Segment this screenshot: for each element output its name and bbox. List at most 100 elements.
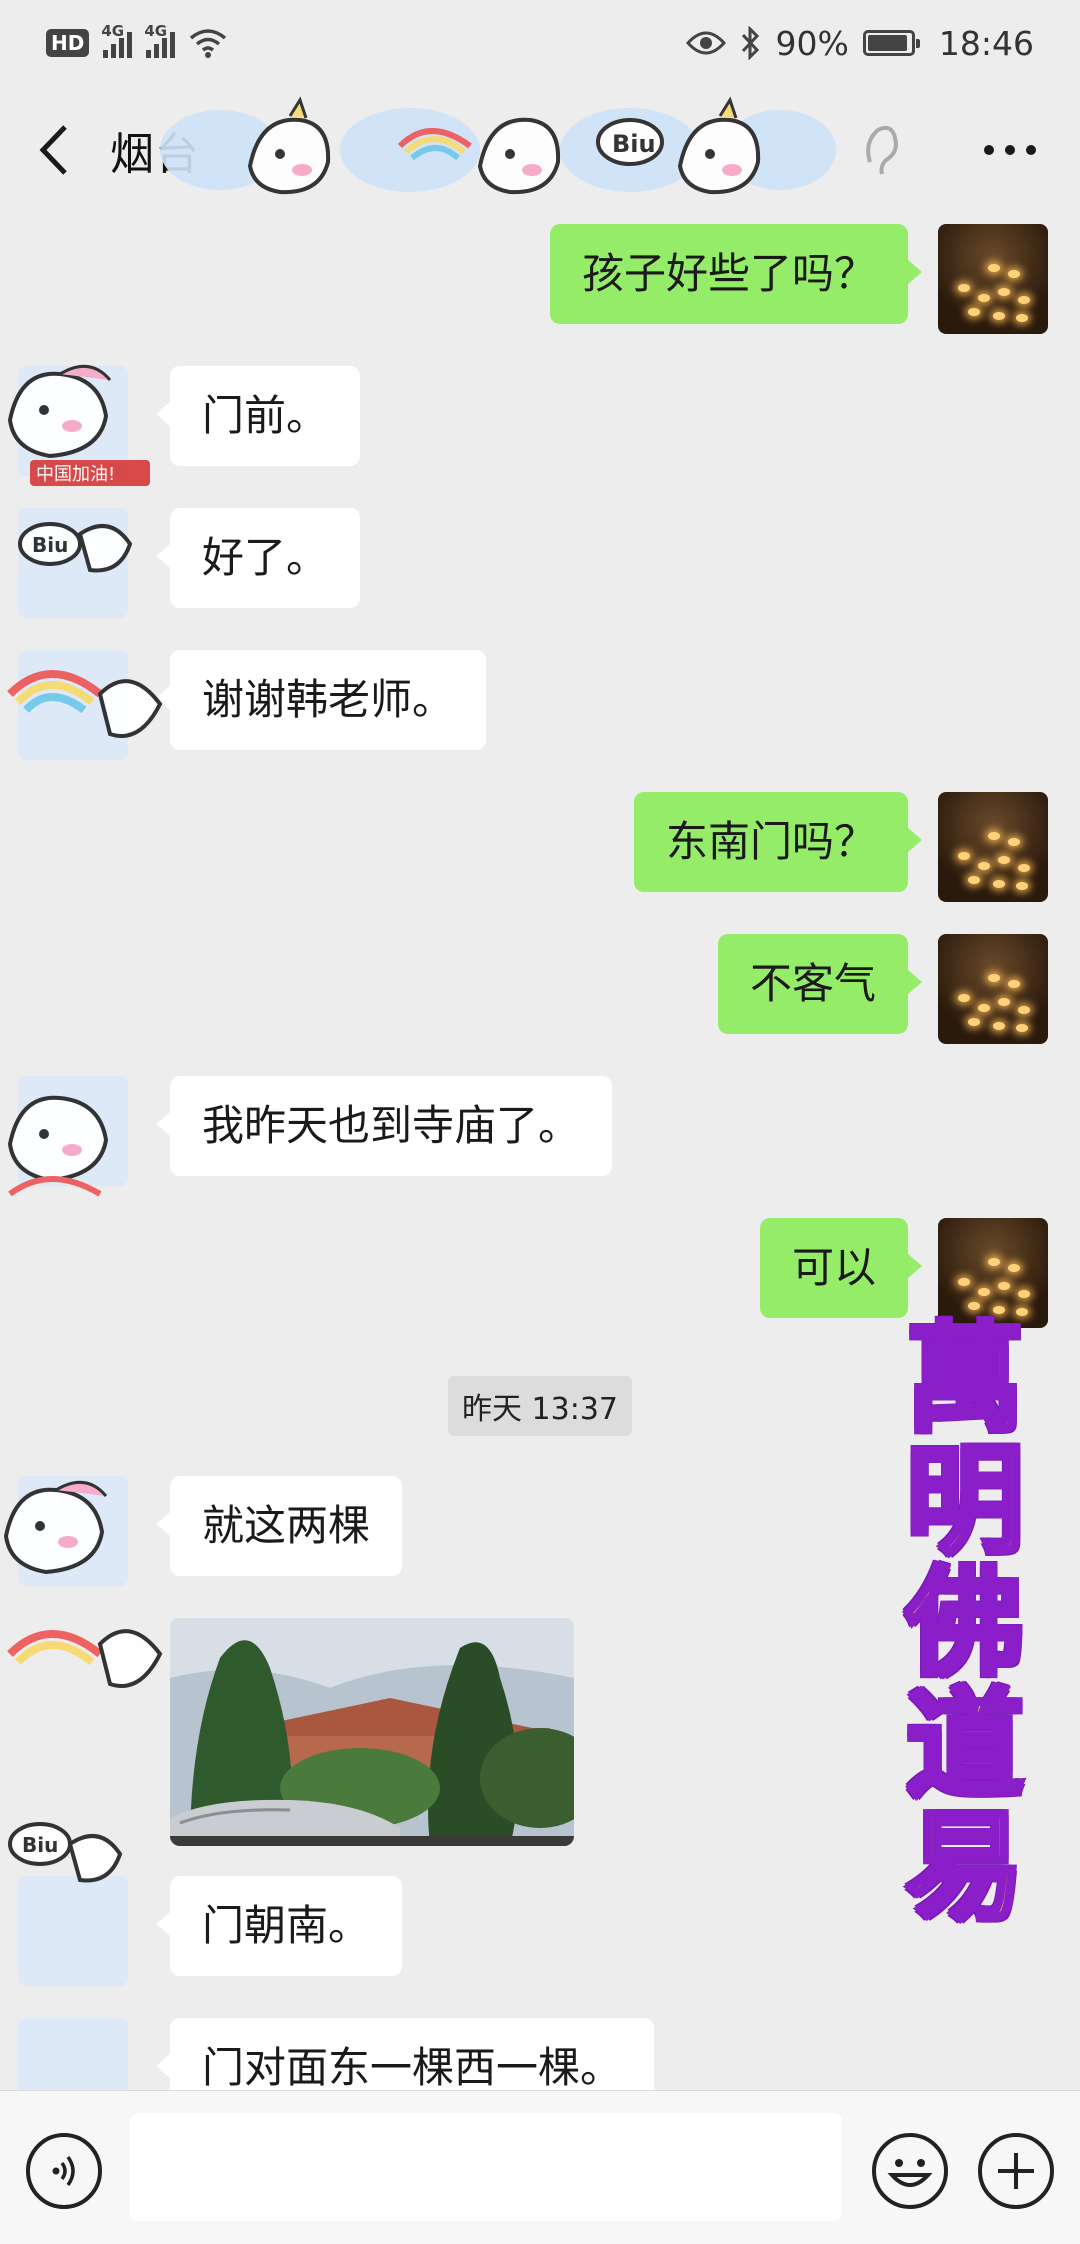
svg-text:Biu: Biu <box>612 130 656 158</box>
my-avatar[interactable] <box>938 792 1048 902</box>
chat-title: 烟台 <box>110 129 200 180</box>
voice-icon <box>52 2155 75 2187</box>
input-bar <box>0 2090 1080 2244</box>
message-list[interactable]: 孩子好些了吗？ 门前。 好了。 谢谢韩老师。 东南门吗？ 不客气 我昨天也到寺庙… <box>0 214 1080 2090</box>
more-icon <box>984 145 1036 155</box>
network-type-2: 4G <box>144 22 168 40</box>
candle-glow <box>1016 882 1028 890</box>
candle-glow <box>958 852 970 860</box>
contact-avatar[interactable] <box>18 650 128 760</box>
message-input[interactable] <box>130 2113 842 2221</box>
candle-glow <box>1018 296 1030 304</box>
back-arrow-icon <box>39 125 67 175</box>
message-outgoing: 孩子好些了吗？ <box>549 224 1048 334</box>
status-right: 90% 18:46 <box>685 23 1034 63</box>
candle-glow <box>1016 314 1028 322</box>
overlay-char: 易 <box>903 1797 1026 1936</box>
chat-header: 烟台 Biu <box>0 86 1080 214</box>
voice-button[interactable] <box>26 2133 102 2209</box>
emoji-icon <box>887 2159 933 2187</box>
candle-glow <box>1018 1006 1030 1014</box>
overlay-char: 佛 <box>903 1553 1026 1692</box>
status-left: HD 4G 4G <box>46 22 686 58</box>
candle-glow <box>998 998 1010 1006</box>
message-incoming: 就这两棵 <box>18 1476 403 1586</box>
candle-glow <box>998 288 1010 296</box>
message-bubble[interactable]: 好了。 <box>155 508 361 608</box>
message-incoming: 门前。 <box>18 366 361 476</box>
candle-glow <box>988 264 1000 272</box>
unicorn-sticker: Biu <box>160 96 836 195</box>
message-bubble[interactable]: 东南门吗？ <box>633 792 923 892</box>
message-bubble[interactable]: 可以 <box>759 1218 923 1318</box>
candle-glow <box>1008 270 1020 278</box>
candle-glow <box>1008 838 1020 846</box>
contact-avatar[interactable] <box>18 366 128 476</box>
candle-glow <box>958 994 970 1002</box>
overlay-char: 道 <box>903 1675 1026 1814</box>
sticker-biu-2: Biu <box>22 1833 58 1857</box>
candle-glow <box>1018 1290 1030 1298</box>
message-bubble[interactable]: 门对面东一棵西一棵。 <box>155 2018 655 2090</box>
network-type-1: 4G <box>101 22 125 40</box>
status-bar: HD 4G 4G 90% 18:46 <box>0 0 1080 86</box>
bluetooth-icon <box>741 26 759 60</box>
message-bubble[interactable]: 孩子好些了吗？ <box>549 224 923 324</box>
candle-glow <box>1008 1264 1020 1272</box>
image-message[interactable] <box>170 1618 574 1846</box>
candle-glow <box>978 294 990 302</box>
message-bubble[interactable]: 不客气 <box>717 934 923 1034</box>
my-avatar[interactable] <box>938 224 1048 334</box>
candle-glow <box>998 1282 1010 1290</box>
candle-glow <box>993 312 1005 320</box>
contact-avatar[interactable] <box>18 1076 128 1186</box>
wifi-icon <box>190 29 227 58</box>
candle-glow <box>988 832 1000 840</box>
header-sticker-overlay: Biu <box>160 86 840 214</box>
candle-glow <box>958 1278 970 1286</box>
message-bubble[interactable]: 谢谢韩老师。 <box>155 650 487 750</box>
message-incoming: 好了。 <box>18 508 361 618</box>
clock: 18:46 <box>938 23 1034 63</box>
message-timestamp: 昨天 13:37 <box>448 1376 632 1436</box>
eye-icon <box>685 31 726 55</box>
candle-glow <box>993 880 1005 888</box>
overlay-watermark: 萬 明 佛 道 易 <box>890 1315 1040 1936</box>
message-bubble[interactable]: 就这两棵 <box>155 1476 403 1576</box>
contact-avatar[interactable] <box>18 1476 128 1586</box>
candle-glow <box>978 1288 990 1296</box>
candle-glow <box>988 1258 1000 1266</box>
contact-avatar[interactable] <box>18 2018 128 2090</box>
message-bubble[interactable]: 我昨天也到寺庙了。 <box>155 1076 613 1176</box>
signal-icon-2: 4G <box>144 22 176 58</box>
contact-avatar[interactable] <box>18 508 128 618</box>
photo-trees-house <box>170 1618 574 1846</box>
candle-glow <box>978 862 990 870</box>
candle-glow <box>1008 980 1020 988</box>
message-incoming: 门对面东一棵西一棵。 <box>18 2018 655 2090</box>
more-actions-button[interactable] <box>978 2133 1054 2209</box>
candle-glow <box>968 308 980 316</box>
battery-percent: 90% <box>775 23 849 63</box>
candle-glow <box>968 1018 980 1026</box>
candle-glow <box>993 1022 1005 1030</box>
candle-glow <box>958 284 970 292</box>
my-avatar[interactable] <box>938 934 1048 1044</box>
message-incoming: 谢谢韩老师。 <box>18 650 487 760</box>
candle-glow <box>1018 864 1030 872</box>
more-button[interactable] <box>980 122 1040 178</box>
candle-glow <box>988 974 1000 982</box>
plus-icon <box>998 2153 1034 2189</box>
back-button[interactable] <box>0 86 110 214</box>
message-bubble[interactable]: 门朝南。 <box>155 1876 403 1976</box>
battery-icon <box>862 30 920 56</box>
emoji-button[interactable] <box>872 2133 948 2209</box>
message-bubble[interactable]: 门前。 <box>155 366 361 466</box>
message-incoming: 门朝南。 <box>18 1876 403 1986</box>
candle-glow <box>1016 1024 1028 1032</box>
signal-icon-1: 4G <box>101 22 133 58</box>
candle-glow <box>998 856 1010 864</box>
contact-avatar[interactable] <box>18 1876 128 1986</box>
ear-icon[interactable] <box>860 122 900 178</box>
message-incoming: 我昨天也到寺庙了。 <box>18 1076 613 1186</box>
